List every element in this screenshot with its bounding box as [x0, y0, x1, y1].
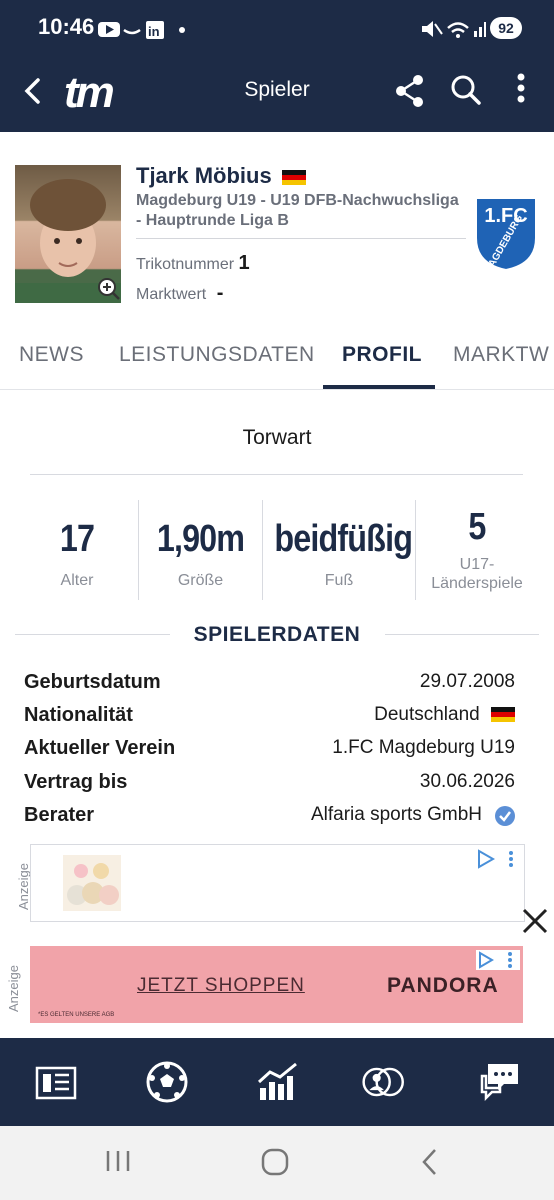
detail-value-agent[interactable]: Alfaria sports GmbH — [311, 804, 482, 826]
header-divider — [136, 238, 466, 239]
ad-footnote: *ES GELTEN UNSERE AGB — [38, 1012, 115, 1018]
market-value-label: Marktwert — [136, 286, 207, 303]
detail-value-nationality: Deutschland — [374, 704, 480, 725]
tab-performance[interactable]: LEISTUNGSDATEN — [119, 343, 315, 367]
ad-choices-icon[interactable] — [477, 849, 521, 869]
player-name: Tjark Möbius — [136, 163, 306, 189]
player-position: Torwart — [242, 426, 312, 449]
fact-height: 1,90m Größe — [139, 500, 262, 600]
news-icon[interactable] — [34, 1060, 78, 1104]
ad-brand: PANDORA — [387, 974, 499, 997]
detail-label-contract: Vertrag bis — [24, 771, 128, 793]
detail-label-birthdate: Geburtsdatum — [24, 671, 161, 693]
club-badge-icon[interactable]: 1.FC MAGDEBURG — [472, 194, 540, 272]
detail-label-nationality: Nationalität — [24, 704, 133, 726]
fact-age: 17 Alter — [16, 500, 138, 600]
player-name-text: Tjark Möbius — [136, 163, 272, 188]
player-league[interactable]: Magdeburg U19 - U19 DFB-Nachwuchsliga - … — [136, 191, 466, 231]
shirt-number-value: 1 — [238, 252, 250, 274]
home-icon[interactable] — [260, 1147, 290, 1177]
share-icon[interactable] — [394, 74, 426, 108]
detail-value-club[interactable]: 1.FC Magdeburg U19 — [332, 737, 515, 759]
shirt-number-label: Trikotnummer — [136, 256, 235, 273]
system-back-icon[interactable] — [420, 1147, 440, 1177]
stats-chart-icon[interactable] — [256, 1060, 300, 1104]
section-title: SPIELERDATEN — [193, 623, 361, 646]
detail-value-birthdate: 29.07.2008 — [419, 671, 515, 692]
germany-flag-icon — [281, 169, 306, 185]
zoom-in-icon[interactable] — [97, 277, 121, 301]
status-bar: 10:46 in 92 — [0, 0, 554, 58]
chat-icon[interactable] — [478, 1060, 522, 1104]
ad-cta[interactable]: JETZT SHOPPEN — [137, 975, 305, 997]
detail-label-agent: Berater — [24, 804, 95, 826]
fact-height-label: Größe — [177, 572, 224, 589]
status-time: 10:46 — [38, 14, 95, 39]
market-value-row: Marktwert - — [136, 282, 223, 305]
more-options-icon[interactable] — [514, 72, 528, 106]
fact-height-value: 1,90m — [156, 518, 245, 560]
ad-label: Anzeige — [6, 965, 21, 1012]
notification-icons: in — [98, 21, 185, 39]
shirt-number-row: Trikotnummer 1 — [136, 252, 250, 275]
fact-caps[interactable]: 5 U17- Länderspiele — [416, 500, 538, 600]
football-icon[interactable] — [145, 1060, 189, 1104]
player-photo[interactable] — [15, 165, 121, 303]
search-icon[interactable] — [450, 74, 482, 108]
position-divider — [30, 474, 523, 475]
battery-indicator: 92 — [490, 17, 522, 39]
ad-banner-1[interactable] — [30, 844, 525, 922]
fact-foot-value: beidfüßig — [274, 518, 413, 560]
verified-badge-icon — [495, 806, 515, 826]
ad-image — [63, 855, 121, 911]
ad-choices-icon[interactable] — [476, 950, 520, 970]
tab-news[interactable]: NEWS — [19, 343, 84, 367]
germany-flag-icon — [491, 707, 515, 723]
app-bar: tm Spieler — [0, 58, 554, 132]
detail-value-nationality-row: Deutschland — [374, 704, 515, 726]
ad-label: Anzeige — [16, 863, 31, 910]
system-status-icons — [422, 21, 486, 38]
tab-profile[interactable]: PROFIL — [342, 343, 422, 367]
fact-foot: beidfüßig Fuß — [263, 500, 415, 600]
fact-caps-label: U17- Länderspiele — [431, 556, 523, 592]
recent-apps-icon[interactable] — [104, 1148, 134, 1174]
market-value-value: - — [216, 282, 224, 304]
detail-value-contract: 30.06.2026 — [419, 771, 515, 792]
fact-foot-label: Fuß — [324, 572, 354, 589]
svg-text:in: in — [148, 24, 160, 39]
fact-caps-value: 5 — [468, 506, 486, 548]
tabs-border — [0, 389, 554, 390]
close-ad-icon[interactable] — [520, 906, 550, 936]
detail-label-club: Aktueller Verein — [24, 737, 176, 759]
transfers-icon[interactable] — [362, 1060, 406, 1104]
fact-age-value: 17 — [59, 518, 95, 560]
fact-age-label: Alter — [60, 572, 94, 589]
tab-market-value[interactable]: MARKTW — [453, 343, 554, 367]
